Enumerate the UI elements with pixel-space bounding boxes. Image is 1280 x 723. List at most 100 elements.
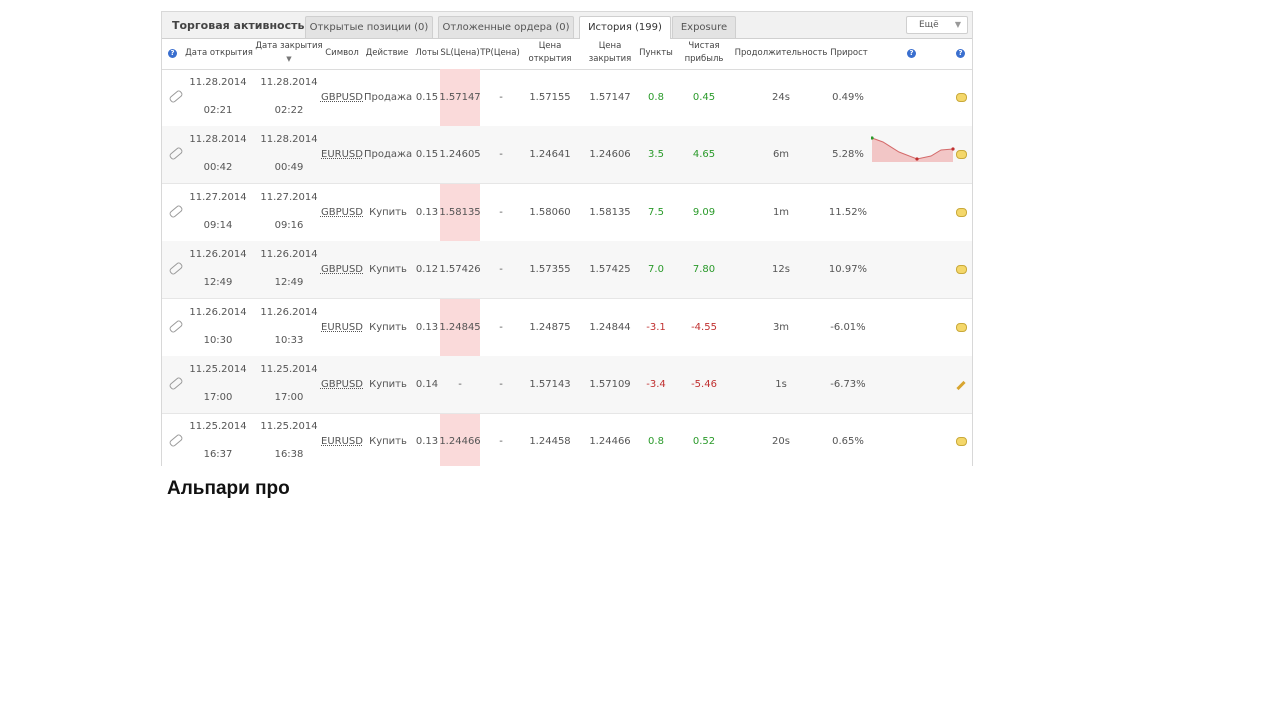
header-open-price-line1: Цена bbox=[538, 41, 562, 51]
header-tp[interactable]: TP(Цена) bbox=[478, 47, 522, 60]
table-row[interactable]: 11.28.2014 00:42 11.28.2014 00:49 EURUSD Прод… bbox=[162, 126, 972, 185]
cell-profit: -5.46 bbox=[691, 379, 717, 390]
symbol-link[interactable]: GBPUSD bbox=[320, 379, 364, 390]
table-row[interactable]: 11.25.2014 17:00 11.25.2014 17:00 GBPUSD Купи… bbox=[162, 356, 972, 414]
cell-open-date: 11.28.2014 bbox=[189, 134, 247, 146]
tab-pending-orders[interactable]: Отложенные ордера (0) bbox=[438, 16, 574, 38]
cell-profit: 0.45 bbox=[692, 92, 716, 103]
help-icon[interactable]: ? bbox=[956, 49, 965, 58]
pencil-icon[interactable] bbox=[956, 380, 966, 391]
cell-open-price: 1.24641 bbox=[529, 149, 571, 161]
cell-sl: 1.24845 bbox=[439, 321, 481, 333]
cell-close-price: 1.24844 bbox=[589, 321, 631, 333]
sparkline-point bbox=[915, 157, 919, 161]
cell-lots: 0.13 bbox=[415, 436, 439, 448]
header-points[interactable]: Пункты bbox=[636, 47, 676, 60]
cell-tp: - bbox=[499, 92, 503, 103]
cell-open-time: 16:37 bbox=[203, 449, 233, 461]
cell-action: Купить bbox=[369, 379, 407, 390]
header-net-profit[interactable]: Чистая прибыль bbox=[680, 40, 728, 66]
cell-growth: 5.28% bbox=[832, 149, 864, 161]
cell-tp: - bbox=[499, 206, 503, 218]
cell-points: 0.8 bbox=[648, 92, 664, 103]
cell-open-time: 12:49 bbox=[203, 277, 233, 289]
cell-open-date: 11.26.2014 bbox=[189, 249, 247, 261]
cell-growth: 0.49% bbox=[832, 92, 864, 103]
cell-growth: 0.65% bbox=[832, 436, 864, 448]
cell-close-time: 02:22 bbox=[274, 105, 304, 116]
more-dropdown[interactable]: Ещё ▼ bbox=[906, 16, 968, 34]
header-action[interactable]: Действие bbox=[364, 47, 410, 60]
header-duration[interactable]: Продолжительность bbox=[732, 47, 830, 60]
header-growth[interactable]: Прирост bbox=[828, 47, 870, 60]
cell-duration: 3m bbox=[772, 321, 790, 333]
table-row[interactable]: 11.26.2014 12:49 11.26.2014 12:49 GBPUSD Купи… bbox=[162, 241, 972, 300]
header-open-price[interactable]: Цена открытия bbox=[522, 40, 578, 66]
cell-open-time: 00:42 bbox=[203, 162, 233, 174]
cell-open-price: 1.57355 bbox=[529, 264, 571, 276]
symbol-link[interactable]: EURUSD bbox=[320, 149, 364, 160]
table-row[interactable]: 11.28.2014 02:21 11.28.2014 02:22 GBPUSD Прод… bbox=[162, 69, 972, 127]
cell-close-date: 11.26.2014 bbox=[260, 249, 318, 261]
note-icon[interactable] bbox=[956, 322, 967, 332]
cell-open-date: 11.25.2014 bbox=[189, 421, 247, 433]
header-close-price[interactable]: Цена закрытия bbox=[582, 40, 638, 66]
cell-open-date: 11.28.2014 bbox=[189, 77, 247, 88]
cell-close-date: 11.25.2014 bbox=[260, 364, 318, 375]
paperclip-icon[interactable] bbox=[168, 318, 184, 334]
cell-duration: 12s bbox=[772, 264, 790, 276]
note-icon[interactable] bbox=[956, 207, 967, 217]
cell-open-price: 1.24875 bbox=[529, 321, 571, 333]
cell-close-price: 1.57425 bbox=[589, 264, 631, 276]
paperclip-icon[interactable] bbox=[168, 146, 184, 162]
table-row[interactable]: 11.26.2014 10:30 11.26.2014 10:33 EURUSD Купи… bbox=[162, 299, 972, 357]
paperclip-icon[interactable] bbox=[168, 261, 184, 276]
cell-growth: 10.97% bbox=[828, 264, 868, 276]
note-icon[interactable] bbox=[956, 93, 967, 102]
note-icon[interactable] bbox=[956, 150, 967, 160]
tab-open-positions[interactable]: Открытые позиции (0) bbox=[305, 16, 433, 38]
symbol-link[interactable]: EURUSD bbox=[320, 436, 364, 447]
header-sl[interactable]: SL(Цена) bbox=[438, 47, 482, 60]
cell-duration: 6m bbox=[772, 149, 790, 161]
symbol-link[interactable]: GBPUSD bbox=[320, 92, 364, 103]
trading-activity-panel: Торговая активность Открытые позиции (0)… bbox=[161, 11, 973, 466]
cell-open-price: 1.24458 bbox=[529, 436, 571, 448]
cell-lots: 0.15 bbox=[415, 149, 439, 161]
note-icon[interactable] bbox=[956, 265, 967, 275]
cell-close-date: 11.25.2014 bbox=[260, 421, 318, 433]
cell-action: Продажа bbox=[364, 92, 413, 103]
header-symbol[interactable]: Символ bbox=[322, 47, 362, 60]
paperclip-icon[interactable] bbox=[168, 89, 184, 104]
help-icon[interactable]: ? bbox=[168, 49, 177, 58]
table-row[interactable]: 11.27.2014 09:14 11.27.2014 09:16 GBPUSD Купи… bbox=[162, 184, 972, 242]
cell-tp: - bbox=[499, 321, 503, 333]
cell-close-date: 11.27.2014 bbox=[260, 191, 318, 203]
header-net-profit-line2: прибыль bbox=[684, 54, 724, 64]
note-icon[interactable] bbox=[956, 437, 967, 447]
caption: Альпари про bbox=[167, 478, 290, 499]
header-close-price-line1: Цена bbox=[598, 41, 622, 51]
paperclip-icon[interactable] bbox=[168, 433, 184, 449]
cell-close-time: 00:49 bbox=[274, 162, 304, 174]
cell-points: -3.4 bbox=[646, 379, 666, 390]
symbol-link[interactable]: GBPUSD bbox=[320, 207, 364, 218]
header-close-price-line2: закрытия bbox=[588, 54, 632, 64]
header-open-date[interactable]: Дата открытия bbox=[182, 47, 256, 60]
tab-history[interactable]: История (199) bbox=[579, 16, 671, 39]
cell-duration: 24s bbox=[772, 92, 790, 103]
paperclip-icon[interactable] bbox=[168, 204, 184, 219]
paperclip-icon[interactable] bbox=[168, 376, 184, 391]
cell-close-time: 09:16 bbox=[274, 219, 304, 231]
header-lots[interactable]: Лоты bbox=[413, 47, 441, 60]
table-row[interactable]: 11.25.2014 16:37 11.25.2014 16:38 EURUSD Купи… bbox=[162, 413, 972, 466]
cell-open-date: 11.27.2014 bbox=[189, 191, 247, 203]
cell-points: 0.8 bbox=[648, 436, 664, 448]
symbol-link[interactable]: GBPUSD bbox=[320, 264, 364, 275]
cell-lots: 0.14 bbox=[415, 379, 439, 390]
help-icon[interactable]: ? bbox=[907, 49, 916, 58]
symbol-link[interactable]: EURUSD bbox=[320, 322, 364, 333]
cell-lots: 0.12 bbox=[415, 264, 439, 276]
tab-exposure[interactable]: Exposure bbox=[672, 16, 736, 38]
header-close-date[interactable]: Дата закрытия bbox=[254, 40, 324, 53]
